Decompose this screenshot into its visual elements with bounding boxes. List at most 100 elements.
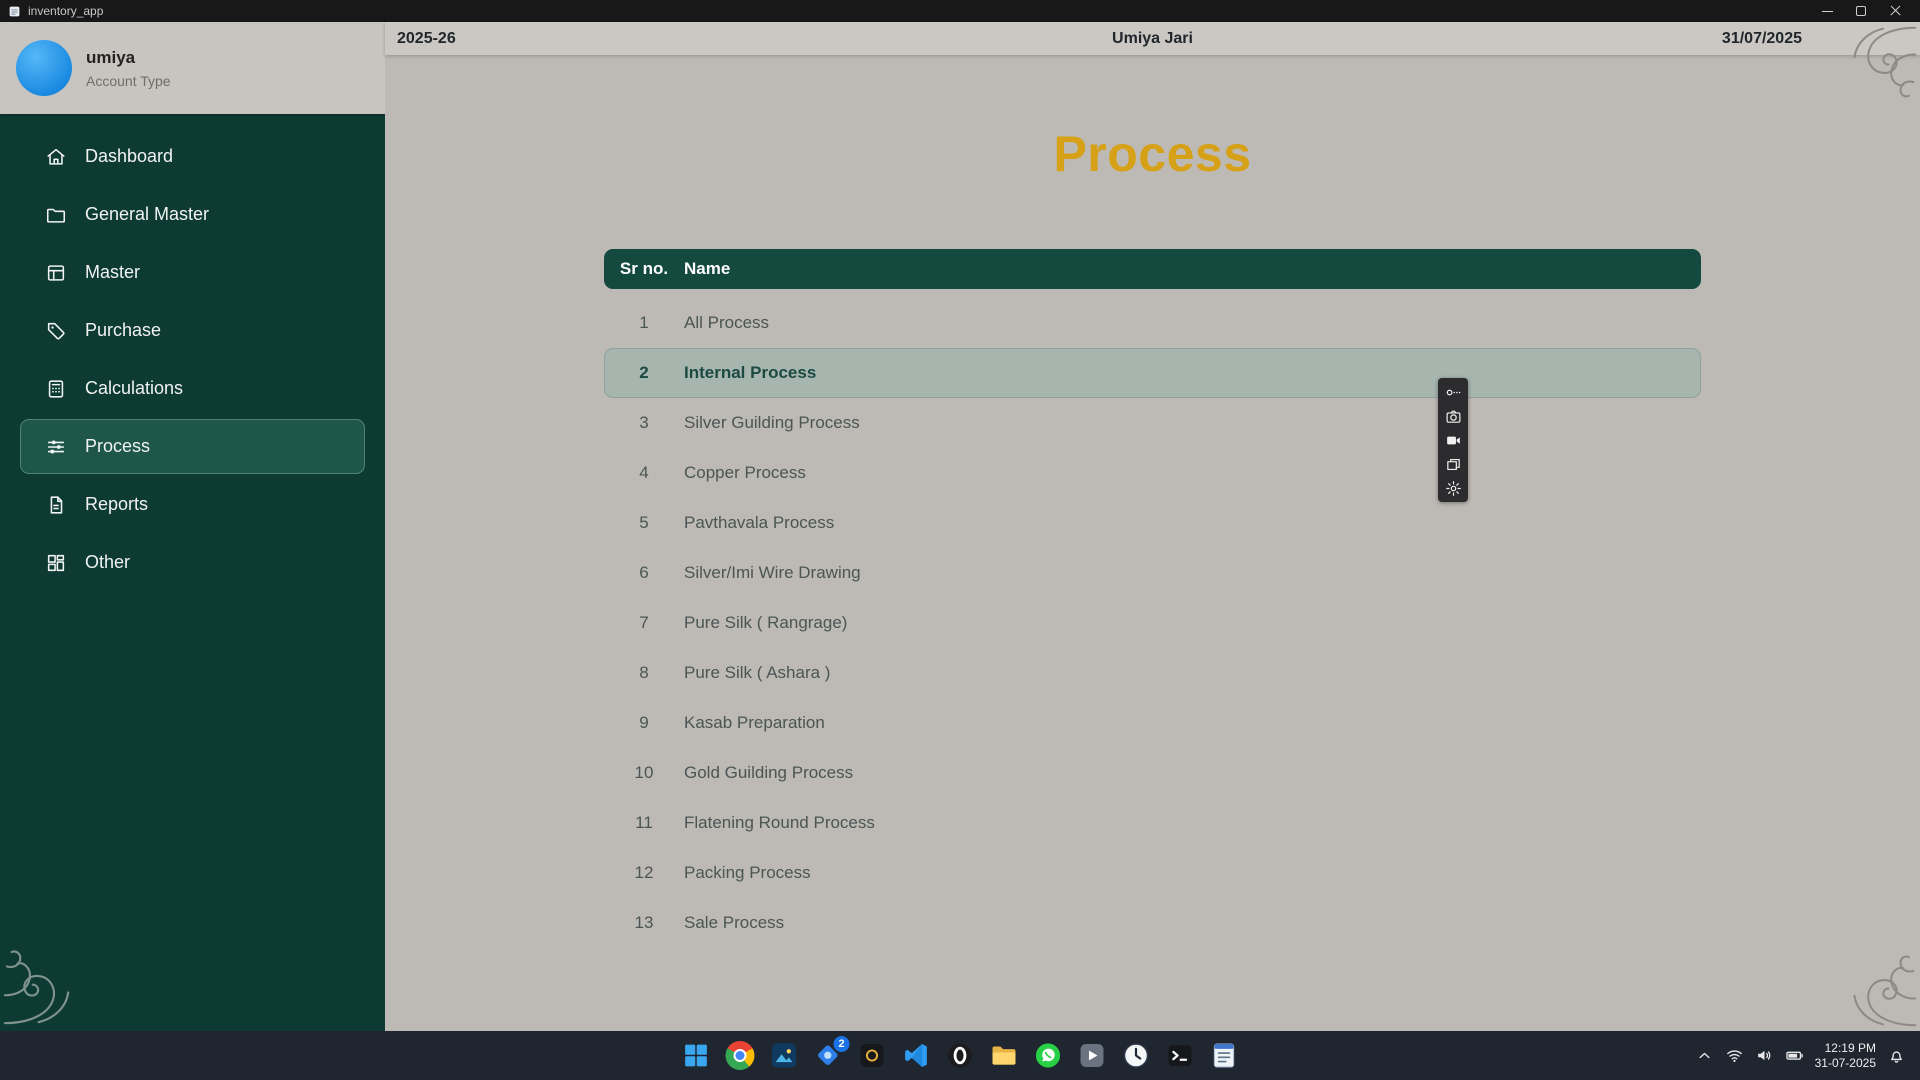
sidebar-item-general-master[interactable]: General Master	[20, 187, 365, 242]
table-row[interactable]: 1All Process	[604, 298, 1701, 348]
notification-badge: 2	[834, 1036, 850, 1052]
start-icon[interactable]	[682, 1041, 711, 1070]
chevron-up-icon[interactable]	[1695, 1046, 1714, 1065]
window-capture-icon	[1445, 456, 1462, 473]
sidebar-item-calculations[interactable]: Calculations	[20, 361, 365, 416]
maximize-icon[interactable]	[1844, 0, 1878, 22]
calculator-icon	[45, 378, 67, 400]
settings-gear-icon[interactable]	[1438, 476, 1468, 500]
report-icon	[45, 494, 67, 516]
capture-toolbar	[1438, 378, 1468, 502]
row-name: Flatening Round Process	[684, 813, 875, 833]
avatar[interactable]	[16, 40, 72, 96]
app-icon	[8, 5, 21, 18]
dark-app-icon[interactable]	[858, 1041, 887, 1070]
table-row[interactable]: 7Pure Silk ( Rangrage)	[604, 598, 1701, 648]
window-title: inventory_app	[28, 4, 103, 18]
clock-date[interactable]: 12:19 PM 31-07-2025	[1815, 1041, 1876, 1071]
sidebar-item-other[interactable]: Other	[20, 535, 365, 590]
row-name: Sale Process	[684, 913, 784, 933]
table-row[interactable]: 12Packing Process	[604, 848, 1701, 898]
minimize-icon[interactable]	[1810, 0, 1844, 22]
row-sr-no: 3	[604, 413, 684, 433]
table-row[interactable]: 3Silver Guilding Process	[604, 398, 1701, 448]
tray-time: 12:19 PM	[1815, 1041, 1876, 1056]
close-icon[interactable]	[1878, 0, 1912, 22]
sidebar-item-process[interactable]: Process	[20, 419, 365, 474]
table-row[interactable]: 4Copper Process	[604, 448, 1701, 498]
row-name: Pure Silk ( Rangrage)	[684, 613, 847, 633]
windows-taskbar: 2 12:19 PM 31-07-2025	[0, 1031, 1920, 1080]
link-capture-icon[interactable]	[1438, 380, 1468, 404]
sidebar-item-dashboard[interactable]: Dashboard	[20, 129, 365, 184]
row-sr-no: 13	[604, 913, 684, 933]
table-row[interactable]: 10Gold Guilding Process	[604, 748, 1701, 798]
tag-icon	[45, 320, 67, 342]
sidebar-item-label: General Master	[85, 204, 209, 225]
sliders-icon	[45, 436, 67, 458]
screenshot-icon[interactable]	[1438, 404, 1468, 428]
window-capture-icon[interactable]	[1438, 452, 1468, 476]
sidebar-item-purchase[interactable]: Purchase	[20, 303, 365, 358]
header-sr-no: Sr no.	[604, 259, 684, 279]
row-name: All Process	[684, 313, 769, 333]
sidebar-item-label: Dashboard	[85, 146, 173, 167]
bell-icon[interactable]	[1887, 1046, 1906, 1065]
file-explorer-icon[interactable]	[990, 1041, 1019, 1070]
current-date: 31/07/2025	[1620, 30, 1920, 48]
link-capture-icon	[1445, 384, 1462, 401]
vscode-icon[interactable]	[902, 1041, 931, 1070]
topbar: 2025-26 Umiya Jari 31/07/2025	[385, 22, 1920, 55]
opera-icon[interactable]	[946, 1041, 975, 1070]
media-player-icon[interactable]	[1078, 1041, 1107, 1070]
chat-app-icon[interactable]: 2	[814, 1041, 843, 1070]
screenshot-icon	[1445, 408, 1462, 425]
row-sr-no: 11	[604, 813, 684, 833]
notepad-icon[interactable]	[1210, 1041, 1239, 1070]
row-name: Pure Silk ( Ashara )	[684, 663, 830, 683]
table-row[interactable]: 8Pure Silk ( Ashara )	[604, 648, 1701, 698]
sidebar-item-label: Other	[85, 552, 130, 573]
chrome-icon[interactable]	[726, 1041, 755, 1070]
table-row[interactable]: 2Internal Process	[604, 348, 1701, 398]
folder-icon	[45, 204, 67, 226]
row-name: Kasab Preparation	[684, 713, 825, 733]
sidebar: umiya Account Type Dashboard General Mast…	[0, 22, 385, 1031]
row-sr-no: 10	[604, 763, 684, 783]
table-body: 1All Process2Internal Process3Silver Gui…	[604, 298, 1701, 948]
sidebar-item-label: Process	[85, 436, 150, 457]
row-sr-no: 12	[604, 863, 684, 883]
battery-icon[interactable]	[1785, 1046, 1804, 1065]
settings-gear-icon	[1445, 480, 1462, 497]
table-row[interactable]: 13Sale Process	[604, 898, 1701, 948]
profile-account-type: Account Type	[86, 73, 171, 89]
terminal-icon[interactable]	[1166, 1041, 1195, 1070]
row-sr-no: 7	[604, 613, 684, 633]
table-row[interactable]: 11Flatening Round Process	[604, 798, 1701, 848]
volume-icon[interactable]	[1755, 1046, 1774, 1065]
sidebar-item-label: Calculations	[85, 378, 183, 399]
row-sr-no: 9	[604, 713, 684, 733]
profile-section: umiya Account Type	[0, 22, 385, 114]
system-tray: 12:19 PM 31-07-2025	[1695, 1041, 1920, 1071]
process-table: Sr no. Name 1All Process2Internal Proces…	[604, 249, 1701, 948]
sidebar-item-label: Master	[85, 262, 140, 283]
clock-app-icon[interactable]	[1122, 1041, 1151, 1070]
table-row[interactable]: 6Silver/Imi Wire Drawing	[604, 548, 1701, 598]
app-window: umiya Account Type Dashboard General Mast…	[0, 22, 1920, 1031]
row-sr-no: 5	[604, 513, 684, 533]
taskbar-icons: 2	[682, 1041, 1239, 1070]
row-name: Packing Process	[684, 863, 811, 883]
row-sr-no: 4	[604, 463, 684, 483]
screen-record-icon[interactable]	[1438, 428, 1468, 452]
whatsapp-icon[interactable]	[1034, 1041, 1063, 1070]
table-row[interactable]: 5Pavthavala Process	[604, 498, 1701, 548]
sidebar-item-master[interactable]: Master	[20, 245, 365, 300]
wifi-icon[interactable]	[1725, 1046, 1744, 1065]
sidebar-item-reports[interactable]: Reports	[20, 477, 365, 532]
row-sr-no: 8	[604, 663, 684, 683]
table-header: Sr no. Name	[604, 249, 1701, 289]
row-sr-no: 2	[604, 363, 684, 383]
table-row[interactable]: 9Kasab Preparation	[604, 698, 1701, 748]
photos-icon[interactable]	[770, 1041, 799, 1070]
